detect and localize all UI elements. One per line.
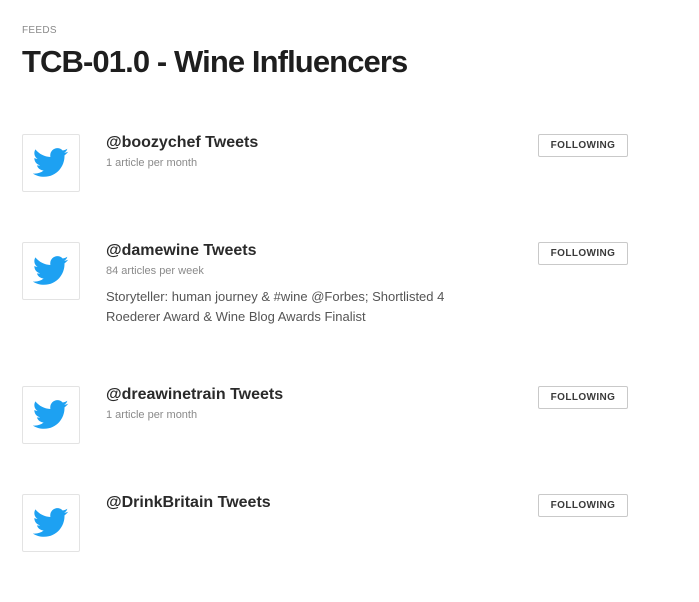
feed-item: @DrinkBritain Tweets FOLLOWING: [22, 494, 682, 602]
following-button[interactable]: FOLLOWING: [538, 386, 628, 409]
feed-title[interactable]: @damewine Tweets: [106, 242, 506, 260]
feed-info: @damewine Tweets 84 articles per week St…: [106, 242, 506, 327]
feed-list: @boozychef Tweets 1 article per month FO…: [22, 134, 682, 602]
twitter-bird-icon: [33, 256, 69, 285]
feed-title[interactable]: @boozychef Tweets: [106, 134, 506, 152]
following-button[interactable]: FOLLOWING: [538, 134, 628, 157]
feed-info: @boozychef Tweets 1 article per month: [106, 134, 506, 170]
feed-frequency: 1 article per month: [106, 157, 198, 169]
feed-frequency: 1 article per month: [106, 409, 198, 421]
feed-logo[interactable]: [22, 494, 80, 552]
feed-logo[interactable]: [22, 134, 80, 192]
feed-title[interactable]: @dreawinetrain Tweets: [106, 386, 506, 404]
feed-title[interactable]: @DrinkBritain Tweets: [106, 494, 506, 512]
following-button[interactable]: FOLLOWING: [538, 242, 628, 265]
feed-logo[interactable]: [22, 386, 80, 444]
page-title: TCB-01.0 - Wine Influencers: [22, 44, 408, 79]
feed-logo[interactable]: [22, 242, 80, 300]
following-button[interactable]: FOLLOWING: [538, 494, 628, 517]
feed-info: @dreawinetrain Tweets 1 article per mont…: [106, 386, 506, 422]
twitter-bird-icon: [33, 400, 69, 429]
feed-frequency: 84 articles per week: [106, 265, 204, 277]
feed-item: @damewine Tweets 84 articles per week St…: [22, 242, 682, 386]
twitter-bird-icon: [33, 508, 69, 537]
twitter-bird-icon: [33, 148, 69, 177]
breadcrumb[interactable]: FEEDS: [22, 25, 57, 36]
feed-info: @DrinkBritain Tweets: [106, 494, 506, 512]
feed-item: @dreawinetrain Tweets 1 article per mont…: [22, 386, 682, 494]
feed-item: @boozychef Tweets 1 article per month FO…: [22, 134, 682, 242]
feed-description: Storyteller: human journey & #wine @Forb…: [106, 289, 445, 324]
